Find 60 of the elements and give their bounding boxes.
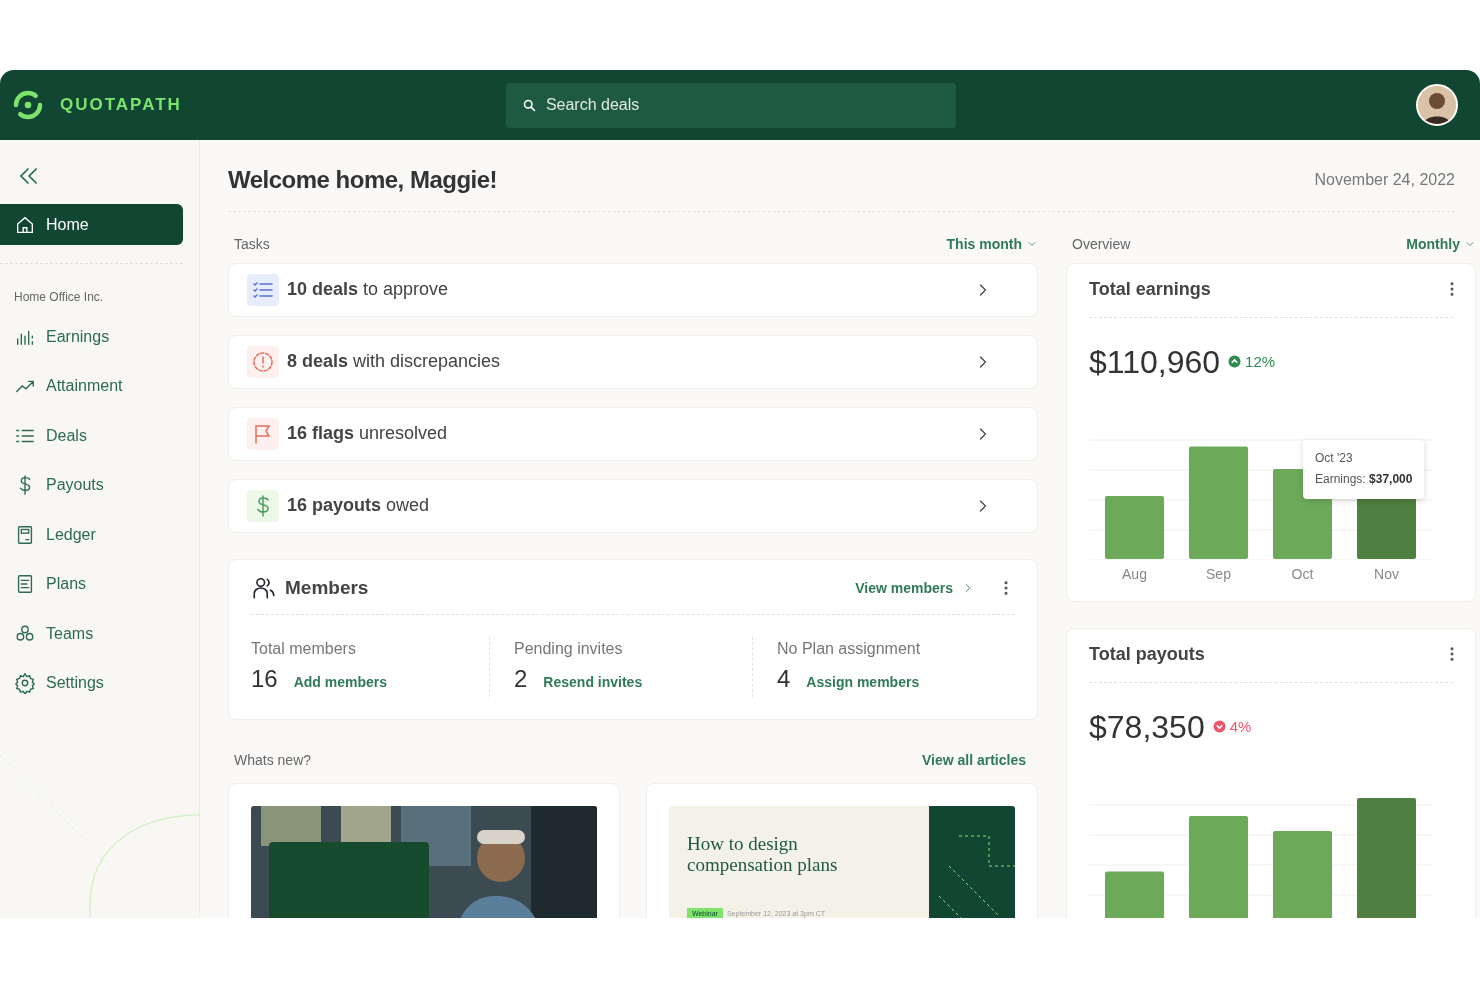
card-title: Total payouts — [1089, 642, 1205, 666]
nav-item[interactable]: Payouts — [0, 464, 183, 506]
axis-label: Sep — [1205, 564, 1232, 584]
task-text: 16 flags unresolved — [287, 422, 448, 446]
stat-label: Total members — [251, 639, 357, 660]
stat-value: 16 — [251, 664, 278, 695]
card-title: Members — [285, 575, 369, 600]
nav-item[interactable]: Teams — [0, 613, 183, 654]
action-link[interactable]: Resend invites — [543, 672, 643, 694]
stat-value: 2 — [514, 664, 528, 695]
page-title: Welcome home, Maggie! — [228, 166, 498, 195]
bar — [1105, 495, 1164, 559]
amount-text: $110,960 — [1089, 342, 1221, 382]
section-label: Whats new? — [234, 751, 312, 771]
nav-item[interactable]: Plans — [0, 563, 183, 605]
stat-label: Pending invites — [514, 639, 624, 660]
trend-indicator: 12% — [1228, 350, 1276, 374]
task-text: 10 deals to approve — [287, 278, 449, 302]
nav-item[interactable]: Home — [0, 204, 183, 245]
task-row[interactable]: 10 deals to approve — [228, 262, 1038, 317]
task-row[interactable]: 16 payouts owed — [228, 478, 1038, 533]
chart-tooltip: Oct '23 Earnings: $37,000 — [1303, 439, 1425, 499]
trend-indicator: 4% — [1212, 715, 1252, 739]
organization-name: Home Office Inc. — [14, 289, 105, 306]
action-link[interactable]: Assign members — [806, 672, 920, 694]
section-label: Overview — [1072, 234, 1131, 254]
amount-text: $78,350 — [1089, 707, 1205, 747]
nav-item[interactable]: Attainment — [0, 365, 183, 407]
action-link[interactable]: Add members — [293, 672, 388, 694]
filter-dropdown[interactable]: This month — [946, 233, 1038, 255]
user-avatar[interactable] — [1416, 84, 1458, 126]
settings-icon — [14, 672, 36, 694]
dollar-badge — [247, 489, 279, 522]
checklist-badge — [247, 273, 279, 306]
stat-label: No Plan assignment — [777, 639, 922, 660]
search-field[interactable]: Search deals — [505, 82, 956, 128]
graphic-title: How to design compensation plans — [687, 834, 839, 877]
filter-dropdown[interactable]: Monthly — [1406, 233, 1476, 255]
nav-item[interactable]: Settings — [0, 662, 183, 704]
view-members-link[interactable]: View members — [855, 577, 975, 599]
nav-item[interactable]: Deals — [0, 415, 183, 456]
task-text: 8 deals with discrepancies — [287, 350, 501, 374]
task-text: 16 payouts owed — [287, 494, 430, 518]
task-row[interactable]: 16 flags unresolved — [228, 406, 1038, 461]
search-icon — [521, 97, 537, 113]
stat-value: 4 — [777, 664, 791, 695]
task-row[interactable]: 8 deals with discrepancies — [228, 334, 1038, 389]
brand-name: QUOTAPATH — [60, 94, 182, 117]
axis-label: Aug — [1121, 564, 1148, 584]
nav-item[interactable]: Ledger — [0, 514, 183, 555]
axis-label: Nov — [1373, 564, 1400, 584]
alert-badge — [247, 345, 279, 378]
bar — [1105, 871, 1164, 918]
flag-badge — [247, 417, 279, 450]
card-title: Total earnings — [1089, 277, 1211, 301]
section-label: Tasks — [234, 234, 270, 254]
axis-label: Oct — [1290, 564, 1315, 584]
date-text: November 24, 2022 — [1314, 170, 1455, 191]
nav-item[interactable]: Earnings — [0, 316, 183, 357]
link[interactable]: View all articles — [921, 750, 1026, 772]
